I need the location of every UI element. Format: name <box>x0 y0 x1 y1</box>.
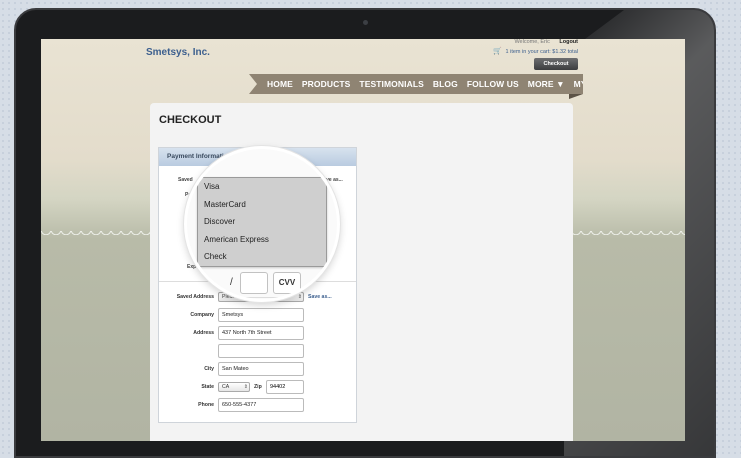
state-select[interactable]: CA ⇕ <box>218 382 250 392</box>
address-line2-row <box>159 344 356 358</box>
site-logo[interactable]: Smetsys, Inc. <box>146 47 210 58</box>
cvv-input[interactable]: CVV <box>273 272 301 294</box>
nav-item-home[interactable]: HOME <box>267 79 293 89</box>
nav-item-my-account[interactable]: MY ACCOUNT <box>574 79 583 89</box>
phone-label: Phone <box>198 402 214 408</box>
nav-item-blog[interactable]: BLOG <box>433 79 458 89</box>
cart-summary-text: 1 item in your cart: $1.32 total <box>505 49 578 55</box>
expiration-year-input[interactable] <box>240 272 268 294</box>
cart-summary[interactable]: 🛒 1 item in your cart: $1.32 total <box>493 47 578 55</box>
city-input[interactable]: San Mateo <box>218 362 304 376</box>
nav-item-more[interactable]: MORE ▼ <box>528 79 565 89</box>
dropdown-option-discover[interactable]: Discover <box>198 213 326 231</box>
nav-item-testimonials[interactable]: TESTIMONIALS <box>359 79 423 89</box>
address-line1-input[interactable]: 437 North 7th Street <box>218 326 304 340</box>
company-row: Company Smetsys <box>159 308 356 322</box>
phone-row: Phone 650-555-4377 <box>159 398 356 412</box>
header-checkout-button[interactable]: Checkout <box>534 58 578 70</box>
city-label: City <box>204 366 214 372</box>
shopping-cart-icon: 🛒 <box>493 48 502 55</box>
lens-divider <box>187 297 337 298</box>
state-zip-row: State CA ⇕ Zip 94402 <box>159 380 356 394</box>
dropdown-option-american-express[interactable]: American Express <box>198 231 326 249</box>
city-row: City San Mateo <box>159 362 356 376</box>
page-title: CHECKOUT <box>159 114 222 126</box>
welcome-text: Welcome, Eric <box>514 39 550 45</box>
logout-link[interactable]: Logout <box>559 39 578 45</box>
select-arrows-icon: ⇕ <box>243 384 248 390</box>
main-navigation: HOME PRODUCTS TESTIMONIALS BLOG FOLLOW U… <box>249 74 583 94</box>
address-line2-input[interactable] <box>218 344 304 358</box>
zip-input[interactable]: 94402 <box>266 380 304 394</box>
company-label: Company <box>190 312 214 318</box>
nav-item-products[interactable]: PRODUCTS <box>302 79 351 89</box>
phone-input[interactable]: 650-555-4377 <box>218 398 304 412</box>
expiration-separator: / <box>230 277 233 288</box>
payment-type-dropdown[interactable]: Visa MasterCard Discover American Expres… <box>197 177 327 267</box>
state-label: State <box>201 384 214 390</box>
magnifier-lens: isa Visa MasterCard Discover American Ex… <box>184 146 340 302</box>
saved-payment-label: Saved <box>178 177 193 183</box>
dropdown-option-check[interactable]: Check <box>198 248 326 266</box>
browser-screen: Smetsys, Inc. Welcome, Eric Logout 🛒 1 i… <box>41 39 685 441</box>
nav-item-follow-us[interactable]: FOLLOW US <box>467 79 519 89</box>
payment-type-current-value: isa <box>201 161 213 170</box>
webcam <box>363 20 368 25</box>
address-row: Address 437 North 7th Street <box>159 326 356 340</box>
company-input[interactable]: Smetsys <box>218 308 304 322</box>
zip-label: Zip <box>254 384 262 390</box>
welcome-area: Welcome, Eric Logout <box>514 39 578 45</box>
dropdown-option-mastercard[interactable]: MasterCard <box>198 196 326 214</box>
dropdown-option-visa[interactable]: Visa <box>198 178 326 196</box>
nav-ribbon-fold <box>569 94 583 99</box>
address-label: Address <box>193 330 214 336</box>
